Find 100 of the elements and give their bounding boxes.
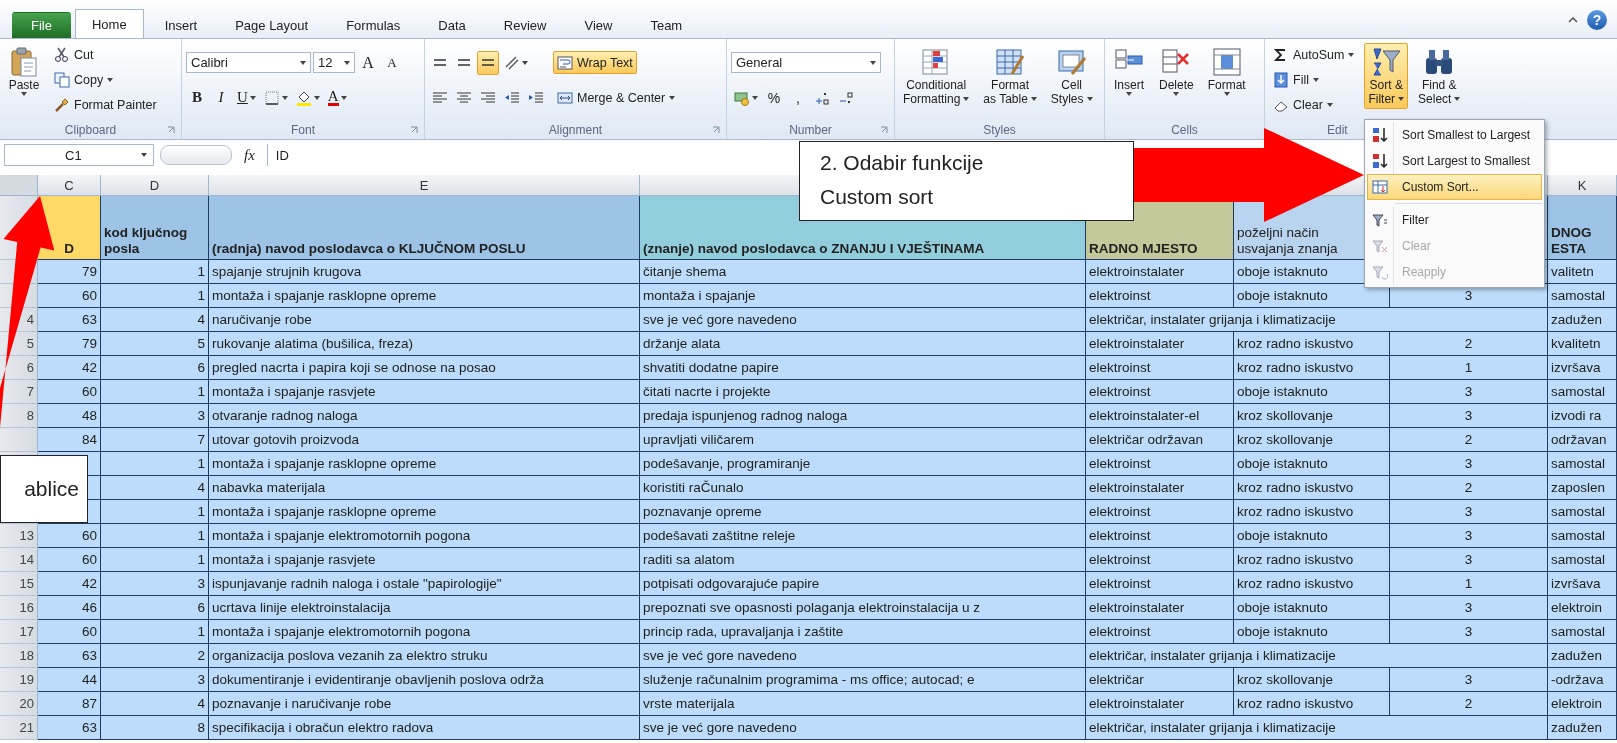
ribbon-tab[interactable]: View (567, 12, 630, 38)
ribbon-button[interactable]: Insert (1109, 43, 1149, 99)
ribbon-button[interactable]: Wrap Text (553, 51, 637, 74)
table-cell: čitanje shema (640, 260, 1086, 284)
ribbon-button[interactable]: Find & Select (1414, 43, 1465, 109)
table-grid-icon (994, 46, 1027, 78)
toolbar-button[interactable]: % (763, 85, 785, 110)
ribbon-tab[interactable]: Data (421, 12, 483, 38)
ribbon-button[interactable]: Sort & Filter (1364, 43, 1409, 109)
table-cell: 60 (38, 380, 101, 404)
table-cell: elektroin (1548, 692, 1617, 716)
toolbar-button[interactable] (477, 50, 499, 75)
table-cell: samostal (1548, 524, 1617, 548)
table-cell: 60 (38, 284, 101, 308)
table-cell: kroz radno iskustvo (1234, 692, 1390, 716)
dropdown-field[interactable]: 12 (313, 52, 355, 73)
row-header[interactable]: 19 (0, 668, 38, 692)
ribbon-button[interactable]: Paste (4, 43, 44, 99)
table-cell: 1 (101, 524, 209, 548)
select-all-button[interactable] (0, 175, 38, 196)
launcher-icon[interactable] (880, 126, 888, 134)
name-box[interactable]: C1 (4, 144, 154, 166)
ribbon-tab[interactable]: Insert (147, 12, 215, 38)
ribbon-button[interactable]: Format Painter (50, 93, 161, 116)
row-header[interactable] (0, 428, 38, 452)
menu-item[interactable]: Custom Sort... (1367, 174, 1542, 200)
ribbon-tab[interactable]: Formulas (329, 12, 418, 38)
table-cell: izvršava (1548, 572, 1617, 596)
table-cell: 48 (38, 404, 101, 428)
ribbon-button[interactable]: Clear (1269, 93, 1337, 116)
ribbon-tab[interactable]: Page Layout (218, 12, 326, 38)
launcher-icon[interactable] (167, 126, 175, 134)
table-cell: kroz radno iskustvo (1234, 332, 1390, 356)
row-header[interactable]: 17 (0, 620, 38, 644)
ribbon-button[interactable]: Conditional Formatting (899, 43, 974, 109)
row-header[interactable]: 7 (0, 380, 38, 404)
table-cell: električar, instalater grijanja i klimatizacije (1086, 644, 1548, 668)
toolbar-button[interactable]: B (186, 85, 208, 110)
row-header[interactable]: 21 (0, 716, 38, 740)
dropdown-field[interactable]: Calibri (186, 52, 311, 73)
row-header[interactable]: 13 (0, 524, 38, 548)
text-angle-icon (504, 54, 520, 71)
launcher-icon[interactable] (712, 126, 720, 134)
table-cell: 7 (101, 428, 209, 452)
table-cell: 84 (38, 428, 101, 452)
table-cell: kroz skollovanje (1234, 428, 1390, 452)
menu-item[interactable]: Sort Largest to Smallest (1367, 148, 1542, 174)
filter-icon (1372, 212, 1388, 228)
ribbon-button[interactable]: Delete (1155, 43, 1198, 99)
ribbon-button[interactable]: Format (1203, 43, 1250, 99)
table-cell: 2 (1390, 332, 1548, 356)
ribbon-button[interactable]: Format as Table (979, 43, 1041, 109)
ribbon-button[interactable]: Cut (50, 43, 98, 66)
column-header[interactable]: E (209, 175, 640, 196)
table-cell: oboje istaknuto (1234, 620, 1390, 644)
table-cell: montaža i spajanje (640, 284, 1086, 308)
table-cell: 3 (1390, 596, 1548, 620)
ribbon-button[interactable]: AutoSum (1269, 43, 1359, 66)
ribbon-button[interactable]: Copy (50, 68, 118, 91)
table-cell: 3 (1390, 380, 1548, 404)
help-button[interactable]: ? (1587, 10, 1607, 30)
wrap-text-icon (557, 54, 573, 71)
dropdown-field[interactable]: General (731, 52, 881, 73)
table-cell: 79 (38, 260, 101, 284)
toolbar-button[interactable]: A (357, 50, 379, 75)
table-cell: 4 (101, 476, 209, 500)
table-cell: oboje istaknuto (1234, 380, 1390, 404)
table-cell: 60 (38, 524, 101, 548)
toolbar-button[interactable]: A (381, 50, 403, 75)
row-header[interactable]: 6 (0, 356, 38, 380)
row-header[interactable]: 16 (0, 596, 38, 620)
row-header[interactable]: 14 (0, 548, 38, 572)
insert-function-button[interactable]: fx (238, 146, 261, 164)
table-cell: montaža i spajanje rasvjete (209, 380, 640, 404)
table-cell: elektroinst (1086, 284, 1234, 308)
ribbon-tab[interactable]: Team (633, 12, 700, 38)
column-header[interactable]: D (101, 175, 209, 196)
ribbon-button[interactable]: Cell Styles (1046, 43, 1097, 109)
row-header[interactable]: 18 (0, 644, 38, 668)
ribbon-tab[interactable]: Review (486, 12, 564, 38)
header-cell: kod ključnog posla (101, 196, 209, 260)
file-tab[interactable]: File (12, 12, 71, 38)
decrease-indent-icon (504, 89, 520, 106)
toolbar-button[interactable]: U (234, 85, 259, 110)
table-cell: čitati nacrte i projekte (640, 380, 1086, 404)
column-header[interactable]: C (38, 175, 101, 196)
ribbon-button[interactable]: Merge & Center (553, 86, 680, 109)
toolbar-button[interactable]: , (787, 85, 809, 110)
formula-toggle[interactable] (160, 145, 232, 165)
table-cell: 60 (38, 548, 101, 572)
row-header[interactable]: 20 (0, 692, 38, 716)
menu-item[interactable]: Sort Smallest to Largest (1367, 122, 1542, 148)
toolbar-button[interactable]: A (324, 85, 350, 110)
ribbon-tab[interactable]: Home (74, 9, 144, 38)
row-header[interactable]: 8 (0, 404, 38, 428)
toolbar-button[interactable]: I (210, 85, 232, 110)
ribbon-button[interactable]: Fill (1269, 68, 1323, 91)
launcher-icon[interactable] (410, 126, 418, 134)
column-header[interactable]: K (1548, 175, 1617, 196)
row-header[interactable]: 15 (0, 572, 38, 596)
